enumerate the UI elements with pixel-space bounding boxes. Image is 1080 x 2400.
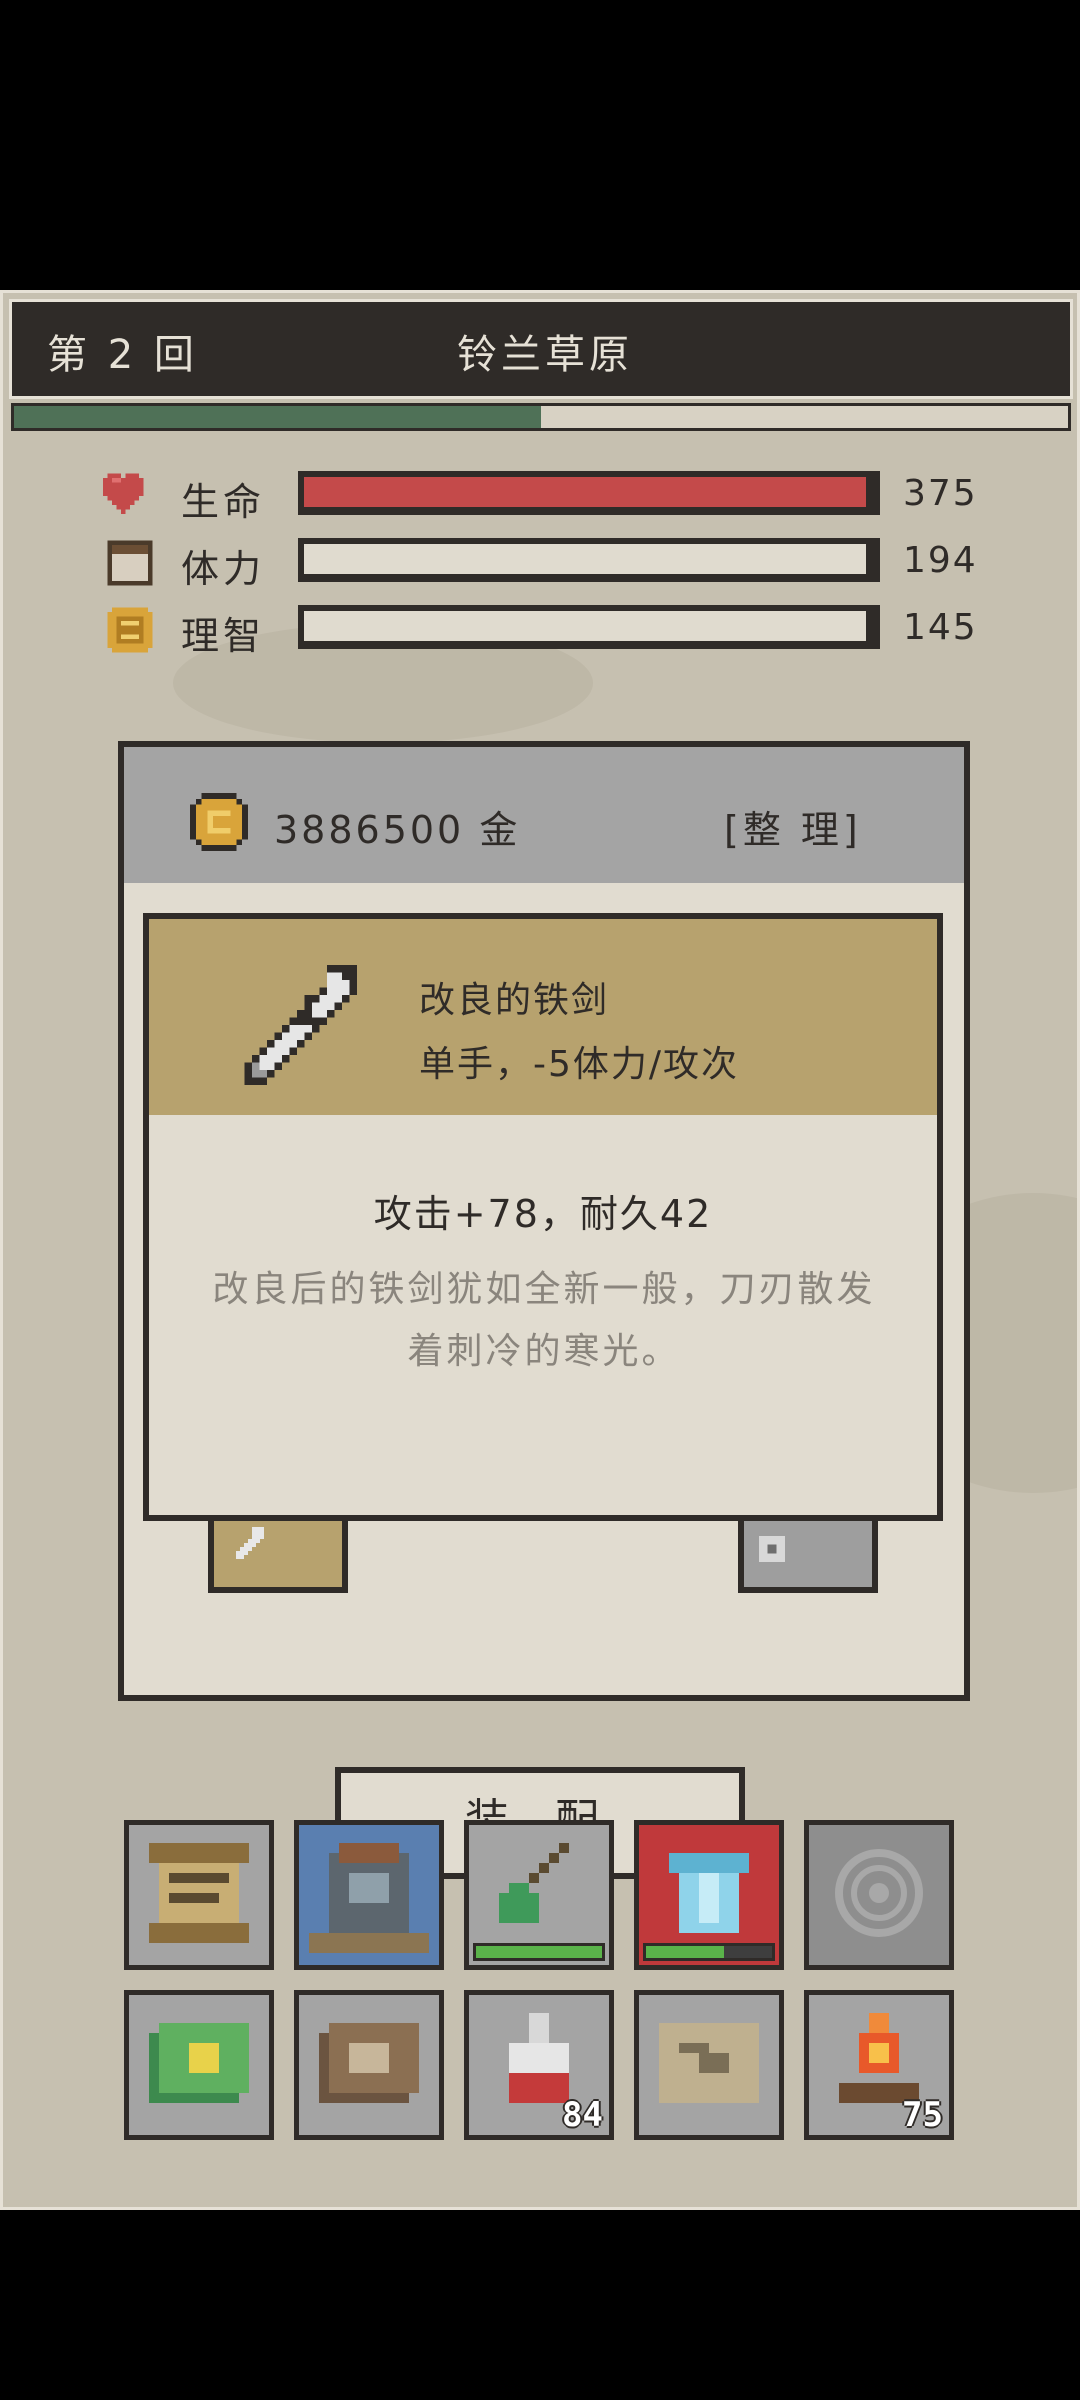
inventory-slot[interactable] [738, 1515, 878, 1593]
potion-count: 84 [562, 2095, 603, 2135]
backpack-icon [309, 1843, 429, 1953]
heart-icon [103, 473, 144, 514]
game-screen: 第 2 回 铃兰草原 生命 375 体力 194 理智 145 3886500 … [0, 290, 1080, 2210]
sanity-bar [298, 605, 880, 649]
spellbook-icon [149, 2023, 249, 2103]
stage-progress-fill [14, 406, 541, 428]
stat-value: 375 [903, 473, 978, 514]
stamina-bar [298, 538, 880, 582]
coin-icon [190, 793, 248, 851]
stage-progress-bar [11, 403, 1071, 431]
inventory-header: 3886500 金 [整 理] [124, 747, 964, 883]
menu-rune-button[interactable] [804, 1820, 954, 1970]
menu-campfire-button[interactable]: 75 [804, 1990, 954, 2140]
item-detail-header: 改良的铁剑 单手，-5体力/攻次 [149, 919, 937, 1115]
stat-value: 145 [903, 607, 978, 648]
rune-icon [835, 1849, 923, 1937]
campfire-count: 75 [902, 2095, 943, 2135]
health-bar [298, 471, 880, 515]
stat-label: 理智 [181, 614, 266, 658]
sanity-icon [107, 607, 153, 653]
durability-fill [476, 1946, 602, 1958]
item-detail-popup: 改良的铁剑 单手，-5体力/攻次 攻击+78，耐久42 改良后的铁剑犹如全新一般… [143, 913, 943, 1521]
gear-icon [758, 1535, 786, 1563]
menu-scroll-button[interactable] [124, 1820, 274, 1970]
item-name: 改良的铁剑 [419, 980, 610, 1021]
area-name: 铃兰草原 [457, 332, 633, 378]
stat-stamina: 体力 194 [103, 534, 1003, 591]
scroll-icon [149, 1843, 249, 1943]
armor-icon [669, 1853, 749, 1933]
map-icon [659, 2023, 759, 2103]
durability-fill [646, 1946, 725, 1958]
menu-armor-button[interactable] [634, 1820, 784, 1970]
item-type: 单手，-5体力/攻次 [419, 1044, 740, 1085]
stat-label: 生命 [181, 480, 266, 524]
health-bar-fill [304, 477, 866, 507]
menu-journal-button[interactable] [294, 1990, 444, 2140]
journal-icon [319, 2023, 419, 2103]
durability-bar [473, 1943, 605, 1961]
top-bar: 第 2 回 铃兰草原 [9, 299, 1073, 399]
stat-health: 生命 375 [103, 467, 1003, 524]
shovel-icon [499, 1843, 569, 1923]
sort-button[interactable]: [整 理] [724, 799, 862, 854]
stat-value: 194 [903, 540, 978, 581]
inventory-slot[interactable] [208, 1515, 348, 1593]
menu-spellbook-button[interactable] [124, 1990, 274, 2140]
stamina-icon [107, 540, 153, 586]
gold-amount: 3886500 金 [274, 808, 521, 852]
sword-icon [244, 965, 357, 1085]
item-description: 改良后的铁剑犹如全新一般，刀刃散发着刺冷的寒光。 [212, 1269, 876, 1372]
menu-backpack-button[interactable] [294, 1820, 444, 1970]
durability-bar [643, 1943, 775, 1961]
menu-weapon-button[interactable] [464, 1820, 614, 1970]
item-stats: 攻击+78，耐久42 [373, 1192, 713, 1236]
stat-label: 体力 [181, 547, 266, 591]
menu-map-button[interactable] [634, 1990, 784, 2140]
round-counter: 第 2 回 [47, 332, 198, 378]
sword-icon [236, 1527, 264, 1559]
menu-potion-button[interactable]: 84 [464, 1990, 614, 2140]
stat-sanity: 理智 145 [103, 601, 1003, 658]
